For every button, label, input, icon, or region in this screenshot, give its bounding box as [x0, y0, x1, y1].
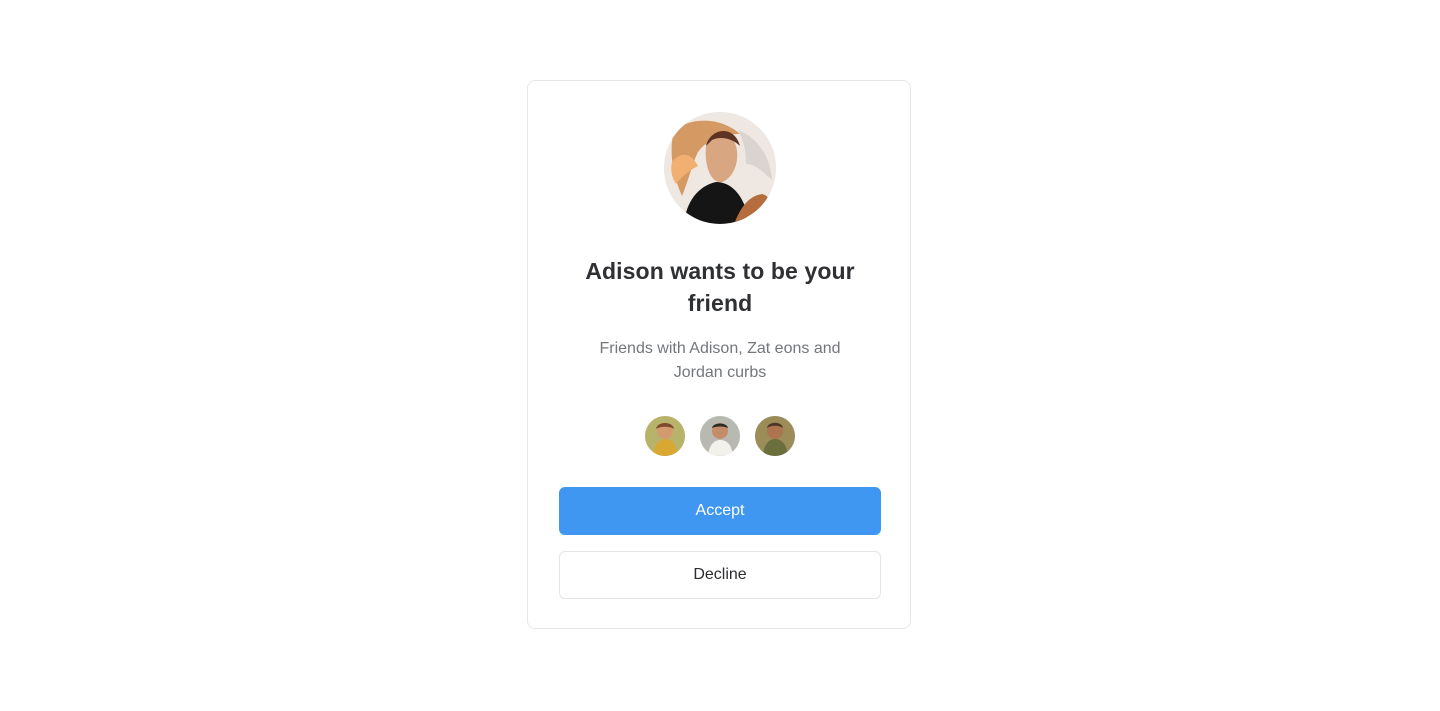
mutual-friend-avatar-2: [700, 416, 740, 456]
mutual-friends-description: Friends with Adison, Zat eons and Jordan…: [599, 340, 841, 381]
accept-button[interactable]: Accept: [559, 487, 881, 535]
request-title: Adison wants to be your friend: [585, 258, 855, 316]
decline-button[interactable]: Decline: [559, 551, 881, 599]
mutual-friend-avatar-1: [645, 416, 685, 456]
friend-request-card: Adison wants to be your friend Friends w…: [527, 80, 911, 629]
requester-avatar: [664, 112, 776, 224]
mutual-friend-avatar-3: [755, 416, 795, 456]
mutual-friends-avatars: [645, 416, 795, 456]
